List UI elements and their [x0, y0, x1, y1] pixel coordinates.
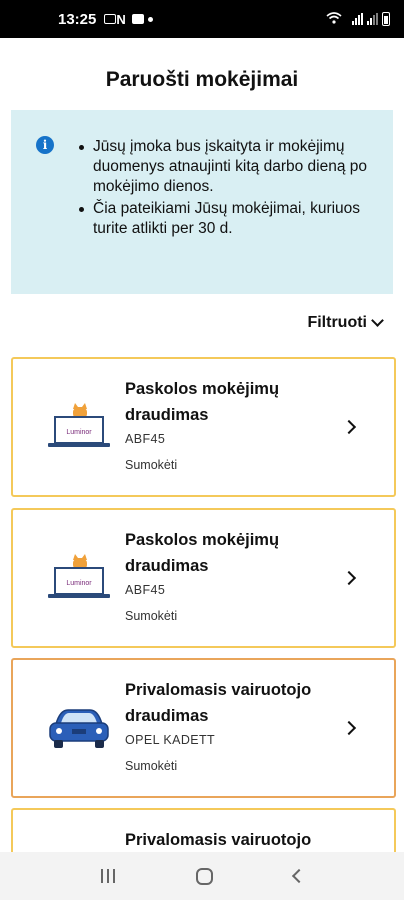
luminor-laptop-cat-icon: Luminor: [48, 403, 110, 447]
chevron-right-icon: [341, 720, 357, 736]
status-bar: 13:25 N: [0, 0, 404, 38]
card-action: Sumokėti: [125, 458, 178, 472]
gallery-notification-icon: [104, 14, 117, 24]
payment-card[interactable]: Luminor Paskolos mokėjimų draudimas ABF4…: [11, 508, 396, 648]
card-subtitle: ABF45: [125, 432, 166, 446]
more-notifications-dot-icon: [147, 16, 153, 22]
info-icon: i: [36, 136, 54, 154]
card-action: Sumokėti: [125, 759, 178, 773]
info-box: i Jūsų įmoka bus įskaityta ir mokėjimų d…: [11, 110, 393, 294]
card-title: Paskolos mokėjimų draudimas: [125, 380, 280, 424]
info-bullet: Čia pateikiami Jūsų mokėjimai, kuriuos t…: [79, 199, 383, 239]
system-nav-bar: [0, 852, 404, 900]
chevron-right-icon: [341, 570, 357, 586]
info-list: Jūsų įmoka bus įskaityta ir mokėjimų duo…: [79, 137, 383, 241]
wifi-icon: [326, 11, 342, 27]
status-time: 13:25: [58, 10, 97, 28]
chevron-right-icon: [341, 419, 357, 435]
card-subtitle: OPEL KADETT: [125, 733, 216, 747]
filter-button[interactable]: Filtruoti: [307, 314, 384, 332]
recent-apps-icon[interactable]: [100, 869, 115, 883]
payment-card[interactable]: Privalomasis vairuotojo draudimas OPEL K…: [11, 658, 396, 798]
blue-car-icon: [49, 709, 109, 748]
back-icon[interactable]: [291, 868, 306, 884]
filter-label: Filtruoti: [307, 314, 367, 331]
page-title: Paruošti mokėjimai: [105, 68, 299, 91]
luminor-logo-text: Luminor: [66, 580, 92, 587]
info-bullet: Jūsų įmoka bus įskaityta ir mokėjimų duo…: [79, 137, 383, 197]
luminor-logo-text: Luminor: [66, 429, 92, 436]
card-subtitle: ABF45: [125, 583, 166, 597]
luminor-laptop-cat-icon: Luminor: [48, 554, 110, 598]
card-action: Sumokėti: [125, 609, 178, 623]
signal-2-icon: [367, 13, 378, 25]
signal-icon: [352, 13, 363, 25]
chevron-down-icon: [371, 314, 384, 327]
payment-card[interactable]: Luminor Paskolos mokėjimų draudimas ABF4…: [11, 357, 396, 497]
battery-icon: [382, 12, 390, 26]
card-title: Privalomasis vairuotojo: [125, 831, 312, 849]
card-title: Paskolos mokėjimų draudimas: [125, 531, 280, 575]
card-title: Privalomasis vairuotojo draudimas: [125, 681, 312, 725]
home-icon[interactable]: [195, 867, 213, 885]
n-notification-icon: N: [116, 11, 126, 27]
message-notification-icon: [131, 14, 144, 24]
